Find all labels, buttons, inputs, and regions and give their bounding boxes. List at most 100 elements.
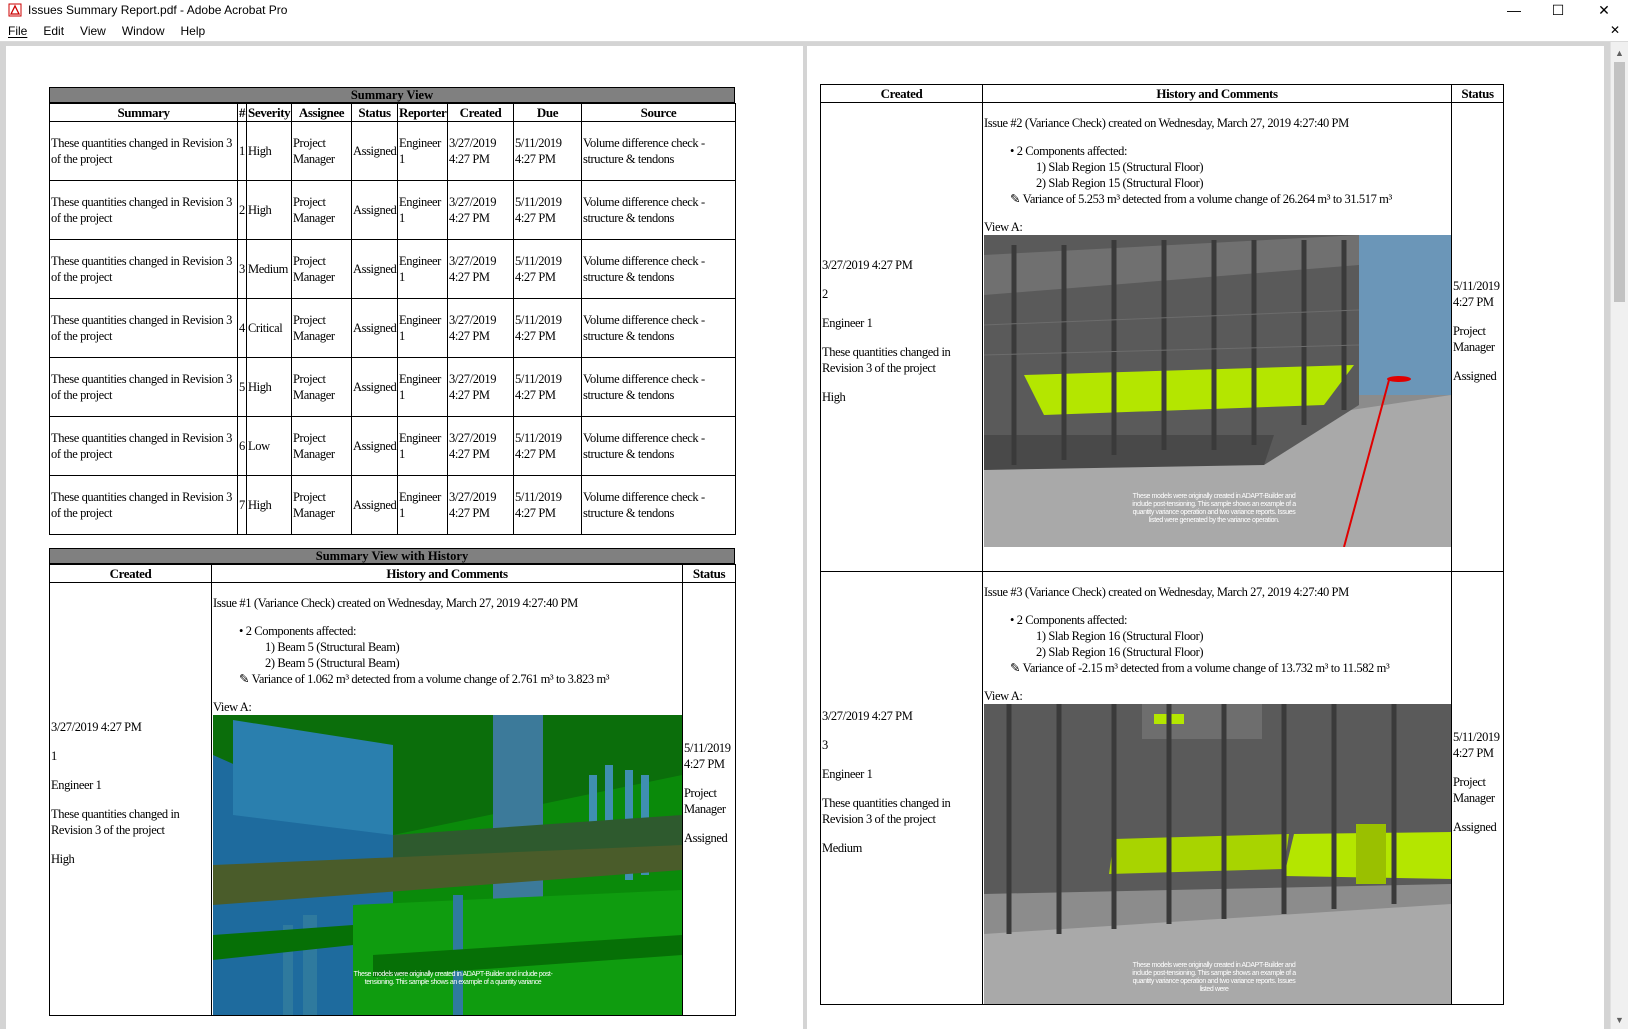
summary-header-row: Summary # Severity Assignee Status Repor… bbox=[49, 103, 736, 122]
issue-header: Issue #1 (Variance Check) created on Wed… bbox=[213, 596, 578, 610]
severity-cell: High bbox=[246, 357, 292, 417]
col-header-reporter: Reporter bbox=[397, 103, 448, 122]
menu-edit[interactable]: Edit bbox=[35, 24, 72, 38]
due-cell: 5/11/2019 4:27 PM bbox=[513, 239, 582, 299]
menu-help[interactable]: Help bbox=[173, 24, 214, 38]
due-cell: 5/11/2019 4:27 PM bbox=[513, 180, 582, 240]
issue-due: 5/11/2019 4:27 PM bbox=[684, 740, 731, 771]
history-header-row: Created History and Comments Status bbox=[820, 84, 1504, 103]
created-cell: 3/27/2019 4:27 PM bbox=[447, 475, 514, 535]
menu-window[interactable]: Window bbox=[114, 24, 173, 38]
source-cell: Volume difference check - structure & te… bbox=[581, 416, 736, 476]
col-header-hist-comments: History and Comments bbox=[211, 564, 683, 583]
component-item: 1) Beam 5 (Structural Beam) bbox=[265, 640, 400, 654]
issue-reporter: Engineer 1 bbox=[51, 777, 102, 792]
issue-status: Assigned bbox=[684, 830, 728, 845]
assignee-cell: Project Manager bbox=[291, 180, 352, 240]
due-cell: 5/11/2019 4:27 PM bbox=[513, 357, 582, 417]
view-label: View A: bbox=[984, 689, 1023, 703]
view-label: View A: bbox=[984, 220, 1023, 234]
menu-file[interactable]: File bbox=[0, 24, 35, 38]
history-row-issue-1: 3/27/2019 4:27 PM 1 Engineer 1 These qua… bbox=[49, 582, 736, 1016]
number-cell: 1 bbox=[237, 121, 247, 181]
issue-number: 3 bbox=[822, 737, 828, 752]
severity-cell: High bbox=[246, 180, 292, 240]
scroll-up-icon[interactable]: ▲ bbox=[1615, 48, 1624, 58]
vertical-scrollbar[interactable]: ▲ ▼ bbox=[1610, 42, 1628, 1029]
reporter-cell: Engineer 1 bbox=[397, 239, 448, 299]
issue-summary: These quantities changed in Revision 3 o… bbox=[822, 344, 951, 375]
summary-row: These quantities changed in Revision 3 o… bbox=[49, 357, 736, 417]
component-item: 2) Slab Region 15 (Structural Floor) bbox=[1036, 176, 1204, 190]
status-cell: Assigned bbox=[351, 239, 398, 299]
status-cell: Assigned bbox=[351, 357, 398, 417]
close-document-button[interactable]: ✕ bbox=[1610, 23, 1620, 37]
issue-created: 3/27/2019 4:27 PM bbox=[822, 708, 913, 723]
issue-number: 2 bbox=[822, 286, 828, 301]
minimize-button[interactable]: — bbox=[1492, 0, 1536, 20]
source-cell: Volume difference check - structure & te… bbox=[581, 121, 736, 181]
issue-status: Assigned bbox=[1453, 819, 1497, 834]
maximize-button[interactable]: ☐ bbox=[1536, 0, 1580, 20]
title-bar: Issues Summary Report.pdf - Adobe Acroba… bbox=[0, 0, 1628, 20]
variance-note: ✎ Variance of -2.15 m³ detected from a v… bbox=[1010, 661, 1390, 675]
issue-assignee: Project Manager bbox=[1453, 774, 1495, 805]
component-item: 2) Beam 5 (Structural Beam) bbox=[265, 656, 400, 670]
view-label: View A: bbox=[213, 700, 252, 714]
issue-3-view-image: These models were originally created in … bbox=[984, 704, 1451, 1004]
issue-reporter: Engineer 1 bbox=[822, 315, 873, 330]
status-cell: Assigned bbox=[351, 416, 398, 476]
created-cell: 3/27/2019 4:27 PM bbox=[447, 121, 514, 181]
variance-note: ✎ Variance of 1.062 m³ detected from a v… bbox=[239, 672, 610, 686]
severity-cell: High bbox=[246, 475, 292, 535]
assignee-cell: Project Manager bbox=[291, 416, 352, 476]
image-caption: These models were originally created in … bbox=[1132, 493, 1296, 524]
col-header-status: Status bbox=[351, 103, 398, 122]
issue-severity: High bbox=[822, 389, 846, 404]
component-item: 1) Slab Region 15 (Structural Floor) bbox=[1036, 160, 1204, 174]
due-cell: 5/11/2019 4:27 PM bbox=[513, 475, 582, 535]
issue-2-view-image: These models were originally created in … bbox=[984, 235, 1451, 547]
source-cell: Volume difference check - structure & te… bbox=[581, 239, 736, 299]
summary-cell: These quantities changed in Revision 3 o… bbox=[49, 416, 238, 476]
created-cell: 3/27/2019 4:27 PM bbox=[447, 239, 514, 299]
status-cell: Assigned bbox=[351, 475, 398, 535]
acrobat-icon bbox=[8, 3, 22, 17]
summary-cell: These quantities changed in Revision 3 o… bbox=[49, 180, 238, 240]
severity-cell: High bbox=[246, 121, 292, 181]
source-cell: Volume difference check - structure & te… bbox=[581, 298, 736, 358]
status-cell: Assigned bbox=[351, 121, 398, 181]
components-affected: • 2 Components affected: bbox=[239, 624, 357, 638]
summary-row: These quantities changed in Revision 3 o… bbox=[49, 180, 736, 240]
issue-due: 5/11/2019 4:27 PM bbox=[1453, 278, 1500, 309]
scroll-thumb[interactable] bbox=[1614, 62, 1625, 302]
assignee-cell: Project Manager bbox=[291, 239, 352, 299]
number-cell: 3 bbox=[237, 239, 247, 299]
reporter-cell: Engineer 1 bbox=[397, 475, 448, 535]
severity-cell: Low bbox=[246, 416, 292, 476]
assignee-cell: Project Manager bbox=[291, 121, 352, 181]
window-title: Issues Summary Report.pdf - Adobe Acroba… bbox=[28, 3, 288, 17]
history-table-left: Created History and Comments Status 3/27… bbox=[49, 564, 736, 1016]
reporter-cell: Engineer 1 bbox=[397, 357, 448, 417]
summary-row: These quantities changed in Revision 3 o… bbox=[49, 416, 736, 476]
col-header-hist-created: Created bbox=[820, 84, 983, 103]
summary-row: These quantities changed in Revision 3 o… bbox=[49, 475, 736, 535]
summary-cell: These quantities changed in Revision 3 o… bbox=[49, 239, 238, 299]
issue-header: Issue #2 (Variance Check) created on Wed… bbox=[984, 116, 1349, 130]
issue-summary: These quantities changed in Revision 3 o… bbox=[822, 795, 951, 826]
summary-view-title: Summary View bbox=[49, 87, 735, 103]
created-cell: 3/27/2019 4:27 PM bbox=[447, 416, 514, 476]
severity-cell: Critical bbox=[246, 298, 292, 358]
summary-row: These quantities changed in Revision 3 o… bbox=[49, 298, 736, 358]
scroll-down-icon[interactable]: ▼ bbox=[1615, 1015, 1624, 1025]
issue-assignee: Project Manager bbox=[1453, 323, 1495, 354]
close-window-button[interactable]: ✕ bbox=[1582, 0, 1626, 20]
col-header-severity: Severity bbox=[246, 103, 292, 122]
reporter-cell: Engineer 1 bbox=[397, 180, 448, 240]
col-header-created: Created bbox=[447, 103, 514, 122]
severity-cell: Medium bbox=[246, 239, 292, 299]
menu-view[interactable]: View bbox=[72, 24, 114, 38]
issue-number: 1 bbox=[51, 748, 57, 763]
variance-note: ✎ Variance of 5.253 m³ detected from a v… bbox=[1010, 192, 1392, 206]
